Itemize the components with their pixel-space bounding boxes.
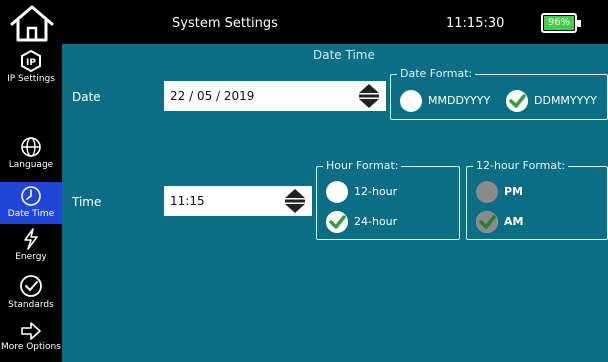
date-label: Date [72,90,101,104]
radio-checked-icon [506,90,528,112]
ip-icon: IP [21,50,41,72]
sidebar-item-ip-settings[interactable]: IP IP Settings [0,50,62,90]
date-format-legend: Date Format: [397,67,476,81]
clock-time: 11:15:30 [446,16,505,31]
radio-unchecked-disabled-icon [476,181,498,203]
option-label: DDMMYYYY [534,94,597,107]
globe-icon [21,137,41,157]
lightning-icon [24,228,38,250]
option-label: AM [504,215,524,228]
option-label: 12-hour [354,185,398,198]
sidebar-item-label: Language [8,160,54,170]
sidebar-item-label: More Options [1,342,61,352]
twelve-hour-format-legend: 12-hour Format: [473,159,569,173]
time-label: Time [72,195,102,209]
sidebar-item-date-time[interactable]: Date Time [0,182,62,224]
time-stepper-icon[interactable] [282,187,308,215]
sidebar-item-energy[interactable]: Energy [0,228,62,270]
sidebar: IP IP Settings Language Date Time Energy… [0,44,62,362]
sidebar-item-label: Standards [8,300,54,310]
arrow-right-icon [21,322,41,340]
radio-unchecked-icon [400,90,422,112]
svg-text:IP: IP [26,58,36,68]
hour-format-legend: Hour Format: [323,159,402,173]
clock-icon [21,186,41,206]
sidebar-item-more-options[interactable]: More Options [0,322,62,362]
date-value: 22 / 05 / 2019 [170,89,255,103]
date-stepper-icon[interactable] [356,82,382,110]
time-value: 11:15 [170,194,205,208]
sidebar-item-language[interactable]: Language [0,136,62,178]
page-title: System Settings [172,16,278,31]
option-label: MMDDYYYY [428,94,491,107]
top-bar: System Settings 11:15:30 96% [0,0,608,44]
option-label: PM [504,185,524,198]
home-icon[interactable] [8,4,56,42]
battery-level: 96% [544,16,574,30]
option-label: 24-hour [354,215,398,228]
radio-unchecked-icon [326,181,348,203]
battery-indicator: 96% [541,13,581,33]
radio-checked-icon [326,211,348,233]
date-field[interactable]: 22 / 05 / 2019 [164,81,386,111]
sidebar-item-label: Date Time [7,209,55,219]
sidebar-item-label: Energy [15,252,47,262]
checkmark-icon [20,275,42,297]
sidebar-item-standards[interactable]: Standards [0,274,62,316]
section-title: Date Time [313,48,375,62]
radio-checked-disabled-icon [476,211,498,233]
sidebar-item-label: IP Settings [7,74,55,84]
